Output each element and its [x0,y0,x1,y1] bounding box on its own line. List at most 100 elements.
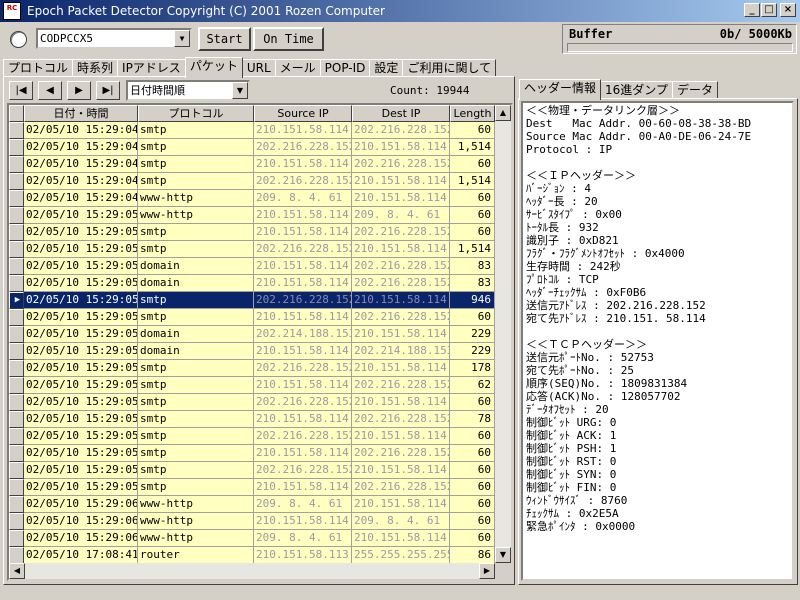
cell-proto[interactable]: smtp [138,428,254,445]
table-row[interactable]: 02/05/10 15:29:04 smtp 210.151.58.114 202.2… [9,122,495,139]
capture-radio[interactable] [10,31,27,48]
cell-len[interactable]: 78 [450,411,495,428]
cell-src[interactable]: 210.151.58.114 [254,513,352,530]
cell-date[interactable]: 02/05/10 15:29:06 [24,513,138,530]
detail-tab-0[interactable]: ヘッダー情報 [519,79,602,100]
cell-proto[interactable]: smtp [138,309,254,326]
cell-src[interactable]: 202.216.228.152 [254,139,352,156]
cell-len[interactable]: 60 [450,479,495,496]
cell-len[interactable]: 60 [450,462,495,479]
row-indicator[interactable] [9,360,24,377]
table-row[interactable]: 02/05/10 15:29:05 smtp 210.151.58.114 202.2… [9,479,495,496]
cell-src[interactable]: 210.151.58.114 [254,156,352,173]
cell-proto[interactable]: domain [138,275,254,292]
cell-src[interactable]: 209. 8. 4. 61 [254,496,352,513]
cell-src[interactable]: 202.214.188.153 [254,326,352,343]
cell-proto[interactable]: smtp [138,156,254,173]
cell-src[interactable]: 210.151.58.114 [254,309,352,326]
last-record-button[interactable]: ▶| [96,81,120,100]
cell-dst[interactable]: 210.151.58.114 [352,530,450,547]
chevron-down-icon[interactable]: ▼ [174,30,190,47]
table-row[interactable]: 02/05/10 15:29:05 smtp 202.216.228.152 210.… [9,360,495,377]
cell-proto[interactable]: smtp [138,292,254,309]
cell-date[interactable]: 02/05/10 17:08:41 [24,547,138,564]
row-indicator[interactable] [9,258,24,275]
cell-dst[interactable]: 210.151.58.114 [352,190,450,207]
cell-dst[interactable]: 202.216.228.152 [352,275,450,292]
row-indicator[interactable] [9,462,24,479]
cell-proto[interactable]: smtp [138,224,254,241]
cell-dst[interactable]: 202.216.228.152 [352,156,450,173]
cell-src[interactable]: 210.151.58.113 [254,547,352,564]
tab-2[interactable]: IPアドレス [117,59,186,77]
row-indicator[interactable] [9,207,24,224]
tab-6[interactable]: POP-ID [319,59,371,77]
row-indicator[interactable] [9,547,24,564]
cell-date[interactable]: 02/05/10 15:29:05 [24,343,138,360]
cell-dst[interactable]: 210.151.58.114 [352,326,450,343]
row-indicator[interactable] [9,241,24,258]
cell-len[interactable]: 60 [450,156,495,173]
row-indicator[interactable] [9,224,24,241]
cell-date[interactable]: 02/05/10 15:29:04 [24,156,138,173]
cell-dst[interactable]: 210.151.58.114 [352,139,450,156]
cell-dst[interactable]: 210.151.58.114 [352,496,450,513]
table-row[interactable]: ▶ 02/05/10 15:29:05 smtp 202.216.228.152 210… [9,292,495,309]
scroll-down-icon[interactable]: ▼ [495,547,511,563]
tab-3[interactable]: パケット [184,57,243,78]
table-row[interactable]: 02/05/10 15:29:05 smtp 210.151.58.114 202.2… [9,309,495,326]
table-row[interactable]: 02/05/10 15:29:05 domain 210.151.58.114 202… [9,343,495,360]
cell-proto[interactable]: smtp [138,377,254,394]
cell-date[interactable]: 02/05/10 15:29:06 [24,530,138,547]
row-indicator[interactable] [9,445,24,462]
cell-proto[interactable]: www-http [138,530,254,547]
cell-src[interactable]: 210.151.58.114 [254,224,352,241]
maximize-button[interactable]: □ [761,3,777,17]
cell-dst[interactable]: 210.151.58.114 [352,241,450,258]
cell-dst[interactable]: 210.151.58.114 [352,360,450,377]
header-source-ip[interactable]: Source IP [254,105,352,122]
cell-proto[interactable]: smtp [138,394,254,411]
cell-dst[interactable]: 202.216.228.152 [352,445,450,462]
horizontal-scrollbar[interactable]: ◀ ▶ [9,563,495,579]
cell-date[interactable]: 02/05/10 15:29:05 [24,309,138,326]
cell-len[interactable]: 60 [450,122,495,139]
chevron-down-icon[interactable]: ▼ [232,82,248,99]
cell-src[interactable]: 210.151.58.114 [254,122,352,139]
tab-5[interactable]: メール [274,59,321,77]
cell-src[interactable]: 202.216.228.152 [254,292,352,309]
minimize-button[interactable]: _ [744,3,760,17]
cell-proto[interactable]: www-http [138,513,254,530]
cell-len[interactable]: 60 [450,207,495,224]
table-row[interactable]: 02/05/10 15:29:05 smtp 202.216.228.152 210.… [9,241,495,258]
row-indicator[interactable] [9,122,24,139]
cell-date[interactable]: 02/05/10 15:29:05 [24,224,138,241]
cell-date[interactable]: 02/05/10 15:29:05 [24,207,138,224]
cell-date[interactable]: 02/05/10 15:29:05 [24,479,138,496]
first-record-button[interactable]: |◀ [9,81,33,100]
row-indicator[interactable] [9,309,24,326]
row-indicator[interactable] [9,156,24,173]
cell-date[interactable]: 02/05/10 15:29:06 [24,496,138,513]
table-row[interactable]: 02/05/10 15:29:05 smtp 210.151.58.114 202.2… [9,224,495,241]
row-indicator[interactable] [9,496,24,513]
prev-record-button[interactable]: ◀ [38,81,62,100]
cell-src[interactable]: 202.216.228.152 [254,241,352,258]
cell-proto[interactable]: smtp [138,445,254,462]
row-indicator[interactable] [9,530,24,547]
row-indicator[interactable] [9,377,24,394]
table-row[interactable]: 02/05/10 15:29:06 www-http 209. 8. 4. 61 21… [9,496,495,513]
table-row[interactable]: 02/05/10 15:29:05 smtp 202.216.228.152 210.… [9,428,495,445]
cell-date[interactable]: 02/05/10 15:29:05 [24,326,138,343]
header-length[interactable]: Length [450,105,495,122]
cell-src[interactable]: 210.151.58.114 [254,207,352,224]
row-indicator[interactable] [9,343,24,360]
cell-len[interactable]: 60 [450,445,495,462]
cell-date[interactable]: 02/05/10 15:29:05 [24,292,138,309]
row-indicator[interactable] [9,411,24,428]
cell-src[interactable]: 210.151.58.114 [254,275,352,292]
cell-dst[interactable]: 209. 8. 4. 61 [352,513,450,530]
cell-src[interactable]: 210.151.58.114 [254,258,352,275]
header-protocol[interactable]: プロトコル [138,105,254,122]
cell-len[interactable]: 229 [450,326,495,343]
